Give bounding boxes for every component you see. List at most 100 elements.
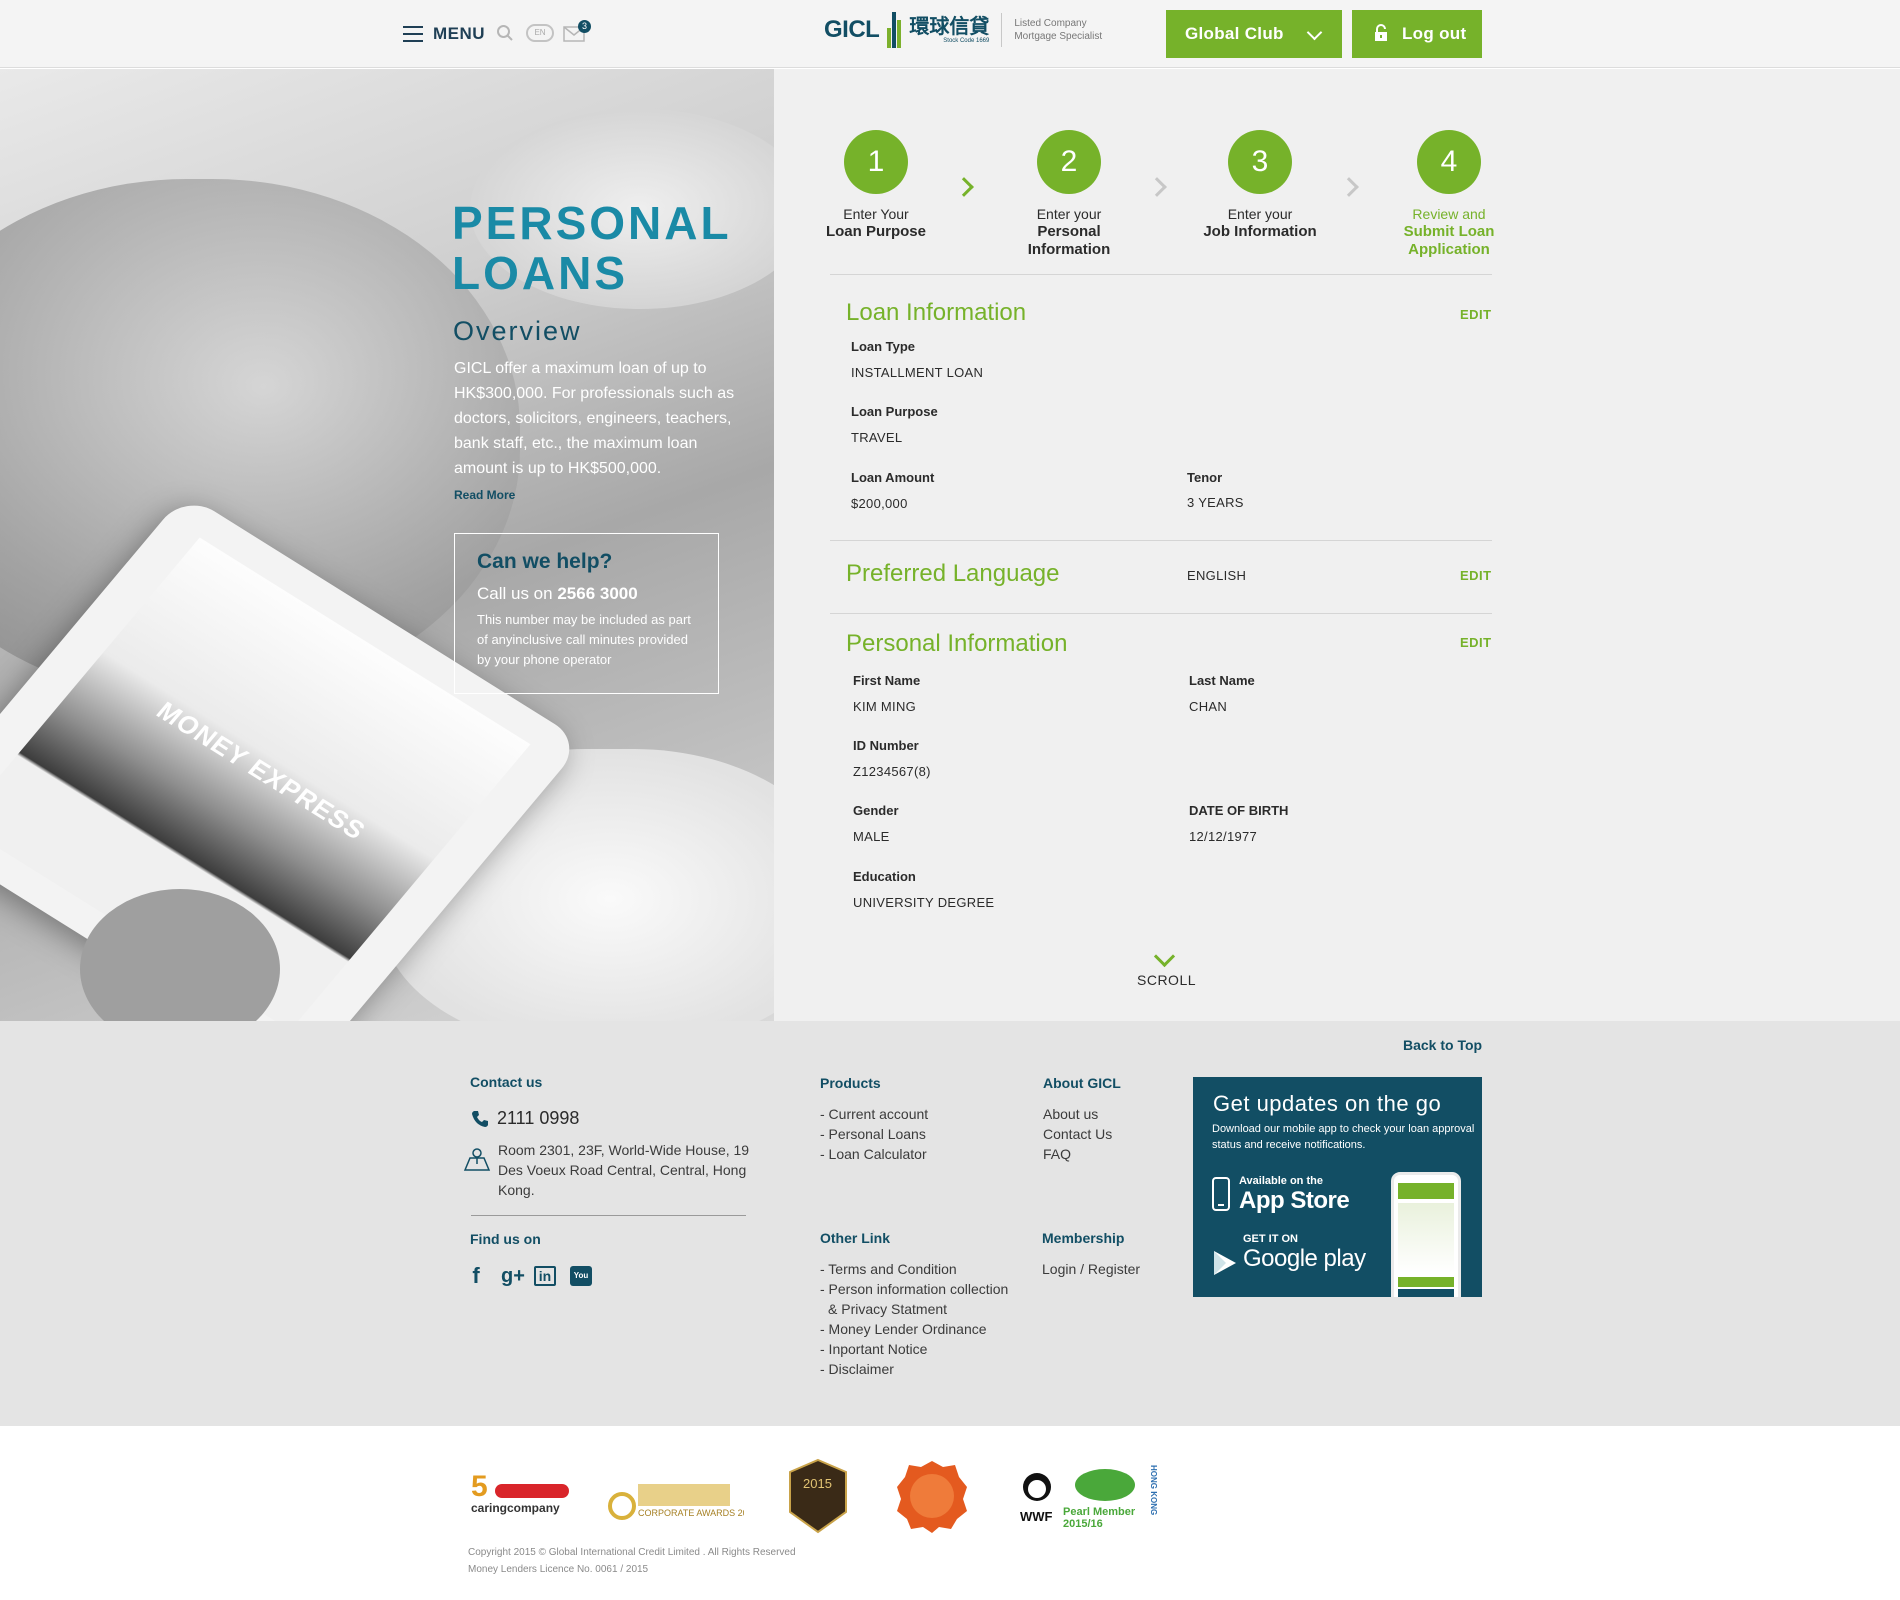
app-promo-title: Get updates on the go	[1213, 1091, 1442, 1116]
youtube-icon[interactable]: You	[570, 1266, 592, 1286]
app-store-small: Available on the	[1239, 1175, 1323, 1187]
tenor-value: 3 YEARS	[1187, 495, 1244, 510]
caring-company-text: caringcompany	[471, 1501, 560, 1515]
google-play-button[interactable]: GET IT ON Google play	[1212, 1233, 1366, 1275]
products-list: - Current account - Personal Loans - Loa…	[820, 1104, 928, 1164]
logo-brand: GICL	[824, 16, 880, 43]
dob-label: DATE OF BIRTH	[1189, 803, 1289, 818]
id-number-value: Z1234567(8)	[853, 764, 931, 779]
site-footer: Back to Top Contact us 2111 0998 Room 23…	[0, 1021, 1900, 1426]
phone-icon	[472, 1111, 488, 1127]
google-play-icon	[1214, 1251, 1236, 1275]
footer-link[interactable]: - Personal Loans	[820, 1124, 928, 1144]
other-link-list: - Terms and Condition - Person informati…	[820, 1259, 1008, 1379]
smartphone-icon	[1212, 1177, 1230, 1211]
app-promo-box: Get updates on the go Download our mobil…	[1193, 1077, 1482, 1297]
hero-title: PERSONAL LOANS	[452, 197, 732, 299]
last-name-label: Last Name	[1189, 673, 1255, 688]
menu-label: MENU	[433, 24, 486, 43]
footer-link[interactable]: - Terms and Condition	[820, 1259, 1008, 1279]
scroll-button[interactable]: SCROLL	[1137, 945, 1197, 988]
hero-body: GICL offer a maximum loan of up to HK$30…	[454, 360, 735, 477]
app-store-button[interactable]: Available on the App Store	[1212, 1175, 1350, 1215]
first-name-label: First Name	[853, 673, 921, 688]
footer-link[interactable]: - Disclaimer	[820, 1359, 1008, 1379]
chevron-down-icon	[1306, 24, 1323, 41]
global-club-label: Global Club	[1185, 24, 1284, 43]
copyright-line1: Copyright 2015 © Global International Cr…	[468, 1547, 796, 1558]
education-value: UNIVERSITY DEGREE	[853, 895, 995, 910]
find-us-heading: Find us on	[470, 1231, 541, 1247]
dob-value: 12/12/1977	[1189, 829, 1258, 844]
footer-link[interactable]: FAQ	[1043, 1144, 1112, 1164]
step-2[interactable]: 2 Enter your Personal Information	[999, 130, 1139, 259]
scroll-label: SCROLL	[1137, 972, 1197, 988]
pearl-member-year: 2015/16	[1063, 1518, 1103, 1530]
last-name-value: CHAN	[1189, 699, 1228, 714]
hero-subtitle: Overview	[453, 316, 582, 346]
app-promo-desc: Download our mobile app to check your lo…	[1212, 1123, 1475, 1151]
chevron-right-icon	[954, 177, 974, 197]
footer-link[interactable]: Contact Us	[1043, 1124, 1112, 1144]
corporate-awards-logo: CORPORATE AWARDS 2015	[604, 1462, 744, 1530]
footer-link[interactable]: - Current account	[820, 1104, 928, 1124]
gender-value: MALE	[853, 829, 890, 844]
hamburger-icon	[403, 26, 423, 42]
help-box: Can we help? Call us on 2566 3000 This n…	[454, 533, 719, 694]
membership-list: Login / Register	[1042, 1259, 1140, 1279]
membership-heading: Membership	[1042, 1230, 1125, 1246]
contact-heading: Contact us	[470, 1074, 543, 1090]
wwf-pearl-member-logo: WWF Pearl Member 2015/16 HONG KONG	[1015, 1462, 1160, 1530]
logo-tag-line1: Listed Company	[1014, 18, 1087, 29]
app-store-big: App Store	[1239, 1187, 1350, 1214]
svg-text:5: 5	[471, 1470, 488, 1503]
back-to-top-link[interactable]: Back to Top	[1403, 1037, 1482, 1053]
preferred-language-value: ENGLISH	[1187, 568, 1247, 583]
copyright: Copyright 2015 © Global International Cr…	[468, 1544, 796, 1578]
about-list: About us Contact Us FAQ	[1043, 1104, 1112, 1164]
app-screenshot-image	[1391, 1172, 1461, 1297]
login-register-link[interactable]: Login / Register	[1042, 1259, 1140, 1279]
global-club-dropdown[interactable]: Global Club	[1166, 10, 1342, 58]
loan-info-title: Loan Information	[846, 299, 1027, 326]
footer-link[interactable]: - Money Lender Ordinance	[820, 1319, 1008, 1339]
step-3[interactable]: 3 Enter your Job Information	[1190, 130, 1330, 241]
help-note: This number may be included as part of a…	[477, 612, 691, 667]
footer-link[interactable]: - Inportant Notice	[820, 1339, 1008, 1359]
mail-count-badge: 3	[578, 20, 591, 33]
google-play-big: Google play	[1243, 1245, 1366, 1272]
read-more-link[interactable]: Read More	[454, 488, 515, 502]
logout-button[interactable]: Log out	[1352, 10, 1482, 58]
wwf-text: WWF	[1020, 1509, 1053, 1524]
footer-link[interactable]: & Privacy Statment	[820, 1299, 1008, 1319]
badge-2015-logo: 2015	[786, 1458, 850, 1534]
copyright-line2: Money Lenders Licence No. 0061 / 2015	[468, 1564, 649, 1575]
chevron-right-icon	[1147, 177, 1167, 197]
education-label: Education	[853, 869, 916, 884]
application-review-panel: 1 Enter Your Loan Purpose 2 Enter your P…	[774, 69, 1900, 1021]
language-edit-button[interactable]: EDIT	[1460, 568, 1492, 583]
facebook-icon[interactable]: f	[465, 1264, 487, 1288]
step-4[interactable]: 4 Review and Submit Loan Application	[1379, 130, 1519, 259]
footer-link[interactable]: - Loan Calculator	[820, 1144, 928, 1164]
google-plus-icon[interactable]: g+	[500, 1264, 526, 1288]
gicl-logo[interactable]: GICL 環球信貸 Stock Code 1669 Listed Company…	[824, 12, 1102, 48]
step-1[interactable]: 1 Enter Your Loan Purpose	[806, 130, 946, 241]
search-icon[interactable]	[496, 24, 514, 42]
personal-info-edit-button[interactable]: EDIT	[1460, 635, 1492, 650]
brand-award-logo	[895, 1461, 969, 1533]
loan-type-label: Loan Type	[851, 339, 916, 354]
help-call[interactable]: Call us on 2566 3000	[477, 584, 696, 604]
footer-link[interactable]: - Person information collection	[820, 1279, 1008, 1299]
loan-info-edit-button[interactable]: EDIT	[1460, 307, 1492, 322]
footer-link[interactable]: About us	[1043, 1104, 1112, 1124]
linkedin-icon[interactable]: in	[534, 1266, 556, 1286]
logo-mark-icon	[887, 12, 902, 48]
loan-type-value: INSTALLMENT LOAN	[851, 365, 984, 380]
unlock-icon	[1375, 24, 1387, 41]
menu-button[interactable]: MENU	[403, 24, 485, 44]
chevron-right-icon	[1339, 177, 1359, 197]
footer-phone[interactable]: 2111 0998	[497, 1108, 579, 1129]
preferred-language-title: Preferred Language	[846, 560, 1060, 587]
language-toggle[interactable]: EN	[526, 24, 554, 42]
